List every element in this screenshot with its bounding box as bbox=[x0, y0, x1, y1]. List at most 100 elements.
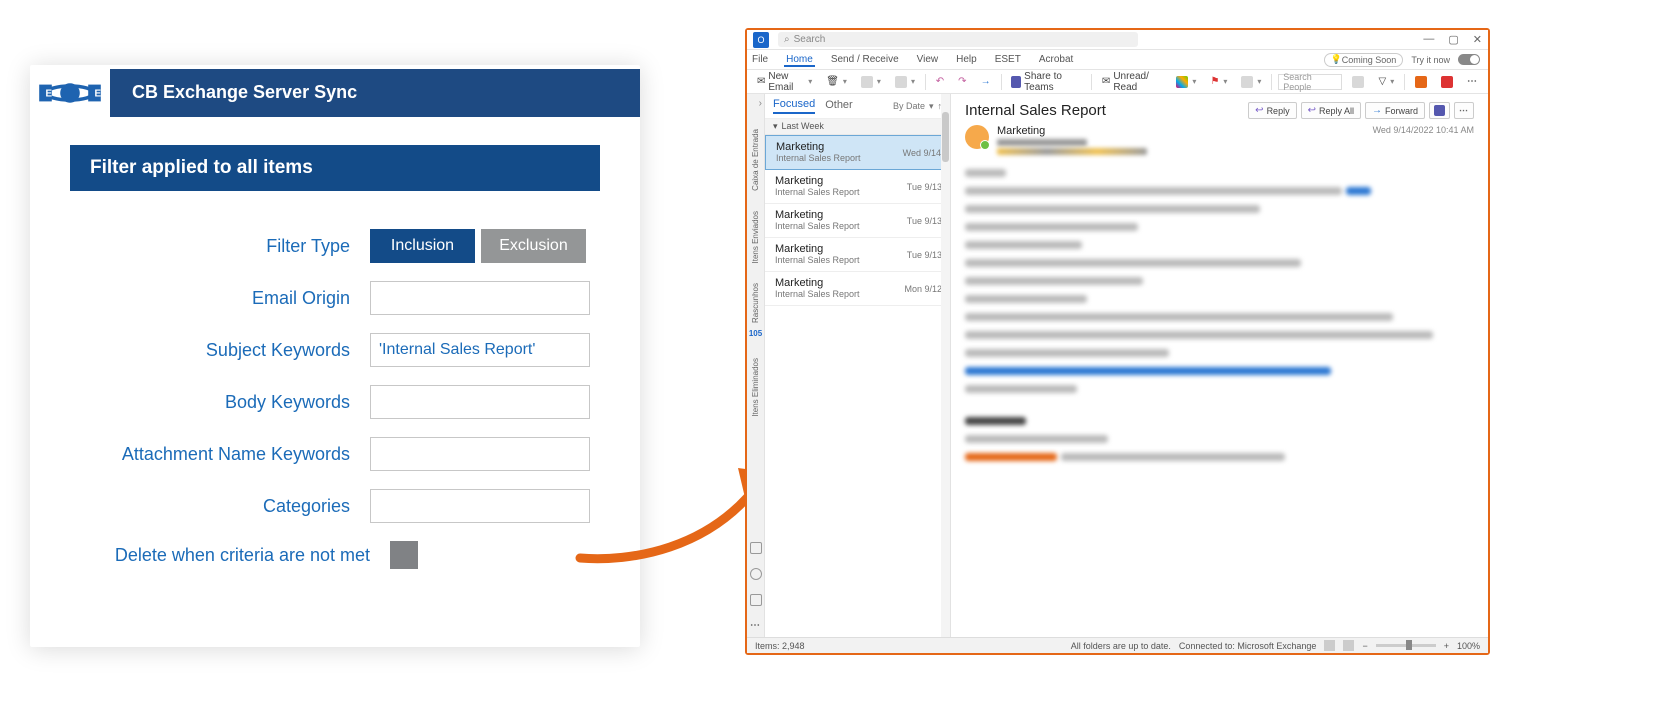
rail-mail-icon[interactable] bbox=[750, 542, 762, 554]
redo-button[interactable]: ↷ bbox=[954, 73, 970, 91]
title-bar: O ⌕ Search — ▢ ✕ bbox=[747, 30, 1488, 50]
flag-button[interactable]: ⚑▾ bbox=[1206, 73, 1231, 91]
ribbon-toolbar: ✉New Email▾ 🗑▾ ▾ ▾ ↶ ↷ → Share to Teams … bbox=[747, 70, 1488, 94]
sort-by-date[interactable]: By Date ▾ ↑ bbox=[893, 101, 942, 112]
search-people-input[interactable]: Search People bbox=[1278, 74, 1342, 90]
move-button[interactable]: ▾ bbox=[891, 73, 919, 91]
reading-subject: Internal Sales Report bbox=[965, 102, 1248, 119]
coming-soon-badge[interactable]: 💡 Coming Soon bbox=[1324, 53, 1404, 67]
message-timestamp: Wed 9/14/2022 10:41 AM bbox=[1373, 125, 1474, 135]
mail-item[interactable]: Marketing Internal Sales Report Tue 9/13 bbox=[765, 204, 950, 238]
filter-email-button[interactable]: ▽▾ bbox=[1374, 73, 1398, 91]
zoom-in-button[interactable]: + bbox=[1444, 641, 1449, 651]
sender-avatar bbox=[965, 125, 989, 149]
list-scrollbar[interactable] bbox=[941, 94, 950, 637]
inclusion-button[interactable]: Inclusion bbox=[370, 229, 475, 263]
try-it-now-toggle[interactable] bbox=[1458, 54, 1480, 65]
rail-inbox[interactable]: Caixa de Entrada bbox=[751, 129, 760, 191]
apps-icon bbox=[1441, 76, 1453, 88]
share-to-teams-button[interactable]: Share to Teams bbox=[1007, 73, 1085, 91]
menu-home[interactable]: Home bbox=[784, 52, 815, 67]
reply-all-button[interactable]: ↩Reply All bbox=[1301, 102, 1361, 119]
rules-button[interactable]: ▾ bbox=[1237, 73, 1265, 91]
zoom-out-button[interactable]: − bbox=[1362, 641, 1367, 651]
body-keywords-input[interactable] bbox=[370, 385, 590, 419]
rail-deleted[interactable]: Itens Eliminados bbox=[751, 358, 760, 417]
outlook-window: O ⌕ Search — ▢ ✕ File Home Send / Receiv… bbox=[745, 28, 1490, 655]
tab-other[interactable]: Other bbox=[825, 99, 853, 113]
unread-read-button[interactable]: ✉Unread/ Read bbox=[1098, 73, 1167, 91]
new-email-button[interactable]: ✉New Email▾ bbox=[753, 73, 816, 91]
addins-button[interactable] bbox=[1411, 73, 1431, 91]
menu-acrobat[interactable]: Acrobat bbox=[1037, 52, 1075, 67]
message-list: Focused Other By Date ▾ ↑ ▾Last Week Mar… bbox=[765, 94, 951, 637]
email-origin-label: Email Origin bbox=[70, 288, 370, 309]
close-button[interactable]: ✕ bbox=[1473, 33, 1482, 46]
undo-button[interactable]: ↶ bbox=[932, 73, 948, 91]
delete-criteria-checkbox[interactable] bbox=[390, 541, 418, 569]
forward-button[interactable]: →Forward bbox=[1365, 102, 1425, 119]
status-connection: Connected to: Microsoft Exchange bbox=[1179, 641, 1317, 651]
minimize-button[interactable]: — bbox=[1423, 33, 1434, 46]
filter-applied-header: Filter applied to all items bbox=[70, 145, 600, 191]
rail-expand-icon[interactable]: › bbox=[759, 98, 762, 109]
forward-nav-button[interactable]: → bbox=[977, 73, 995, 91]
status-item-count: Items: 2,948 bbox=[755, 641, 805, 651]
blurred-recipient bbox=[997, 139, 1087, 146]
filter-type-label: Filter Type bbox=[70, 236, 370, 257]
address-book-button[interactable] bbox=[1348, 73, 1368, 91]
exclusion-button[interactable]: Exclusion bbox=[481, 229, 586, 263]
rail-drafts[interactable]: Rascunhos bbox=[751, 283, 760, 323]
archive-button[interactable]: ▾ bbox=[857, 73, 885, 91]
mail-date: Tue 9/13 bbox=[907, 250, 942, 260]
mail-item[interactable]: Marketing Internal Sales Report Tue 9/13 bbox=[765, 170, 950, 204]
view-normal-icon[interactable] bbox=[1324, 640, 1335, 651]
menu-eset[interactable]: ESET bbox=[993, 52, 1023, 67]
tab-focused[interactable]: Focused bbox=[773, 98, 815, 114]
status-folders: All folders are up to date. bbox=[1071, 641, 1171, 651]
archive-icon bbox=[861, 76, 873, 88]
mail-item[interactable]: Marketing Internal Sales Report Mon 9/12 bbox=[765, 272, 950, 306]
more-button[interactable]: ⋯ bbox=[1463, 73, 1482, 91]
subject-keywords-input[interactable] bbox=[370, 333, 590, 367]
reply-icon: ↩ bbox=[1255, 105, 1263, 116]
filter-form: Filter Type Inclusion Exclusion Email Or… bbox=[30, 191, 640, 569]
menu-view[interactable]: View bbox=[915, 52, 941, 67]
move-icon bbox=[895, 76, 907, 88]
categorize-button[interactable]: ▾ bbox=[1172, 73, 1200, 91]
mail-date: Tue 9/13 bbox=[907, 216, 942, 226]
rail-tasks-icon[interactable] bbox=[750, 594, 762, 606]
svg-text:E: E bbox=[46, 88, 53, 99]
apps-button[interactable] bbox=[1437, 73, 1457, 91]
reply-button[interactable]: ↩Reply bbox=[1248, 102, 1296, 119]
more-actions-button[interactable]: ⋯ bbox=[1454, 102, 1474, 119]
mail-item[interactable]: Marketing Internal Sales Report Tue 9/13 bbox=[765, 238, 950, 272]
chevron-down-icon: ▾ bbox=[929, 101, 934, 112]
rail-more-icon[interactable]: ⋯ bbox=[750, 620, 761, 631]
search-icon: ⌕ bbox=[784, 34, 790, 45]
panel-title: CB Exchange Server Sync bbox=[110, 69, 640, 117]
trash-icon: 🗑 bbox=[826, 76, 839, 87]
rail-sent[interactable]: Itens Enviados bbox=[751, 211, 760, 263]
list-section-last-week[interactable]: ▾Last Week bbox=[765, 119, 950, 135]
mail-item[interactable]: Marketing Internal Sales Report Wed 9/14 bbox=[765, 135, 950, 170]
flag-icon: ⚑ bbox=[1210, 76, 1219, 87]
mail-date: Wed 9/14 bbox=[903, 148, 941, 158]
rail-people-icon[interactable] bbox=[750, 568, 762, 580]
search-placeholder: Search bbox=[794, 34, 826, 45]
search-input[interactable]: ⌕ Search bbox=[778, 32, 1138, 47]
attachment-keywords-input[interactable] bbox=[370, 437, 590, 471]
delete-criteria-label: Delete when criteria are not met bbox=[70, 545, 390, 566]
zoom-slider[interactable] bbox=[1376, 644, 1436, 647]
maximize-button[interactable]: ▢ bbox=[1448, 33, 1458, 46]
teams-chat-button[interactable] bbox=[1429, 102, 1450, 119]
subject-keywords-label: Subject Keywords bbox=[70, 340, 370, 361]
delete-button[interactable]: 🗑▾ bbox=[822, 73, 851, 91]
menu-help[interactable]: Help bbox=[954, 52, 979, 67]
email-origin-input[interactable] bbox=[370, 281, 590, 315]
menu-send-receive[interactable]: Send / Receive bbox=[829, 52, 901, 67]
menu-file[interactable]: File bbox=[750, 52, 770, 67]
view-reading-icon[interactable] bbox=[1343, 640, 1354, 651]
categories-input[interactable] bbox=[370, 489, 590, 523]
mail-icon: ✉ bbox=[757, 76, 765, 87]
